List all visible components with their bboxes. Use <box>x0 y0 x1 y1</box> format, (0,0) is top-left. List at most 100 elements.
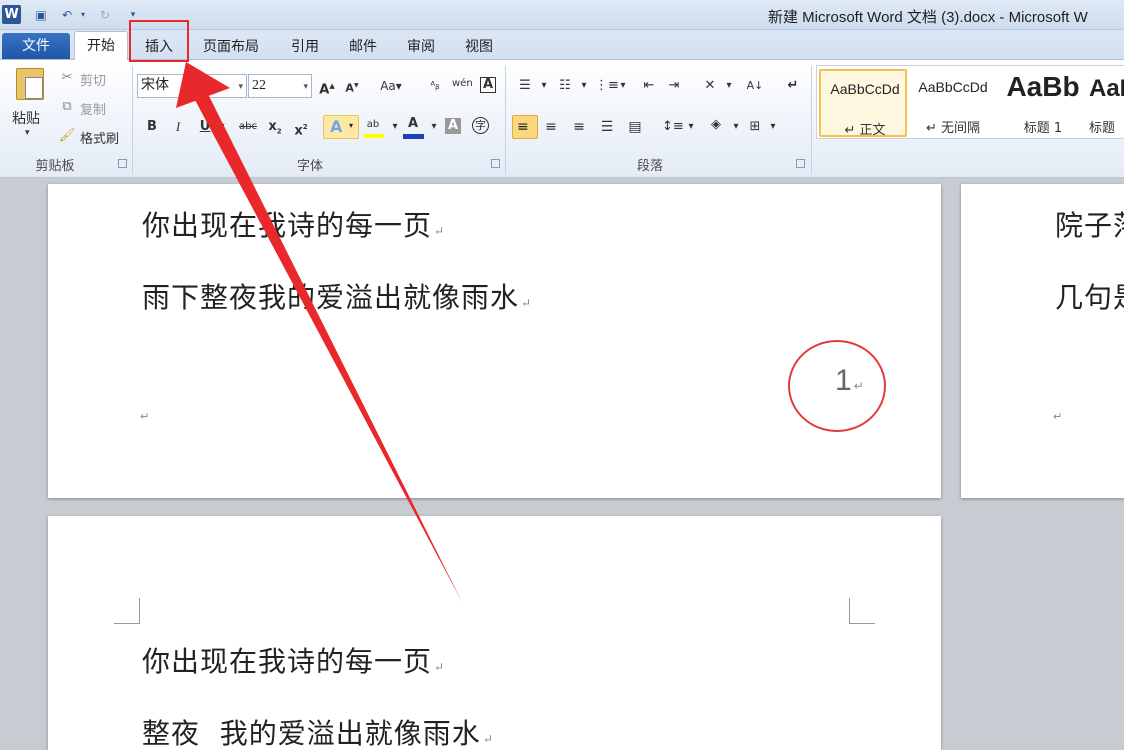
highlight-icon[interactable]: ab <box>364 116 382 134</box>
paragraph-mark: ↵ <box>140 410 150 423</box>
paragraph-mark: ↵ <box>434 660 446 674</box>
group-separator <box>811 66 812 174</box>
font-color-dropdown-icon[interactable]: ▾ <box>425 118 443 136</box>
tab-mailings[interactable]: 邮件 <box>349 36 377 56</box>
format-painter-icon[interactable]: 🖌 <box>58 127 76 145</box>
text-effects-button[interactable]: A ▾ <box>323 115 359 139</box>
phonetic-guide-icon[interactable]: wén <box>452 75 473 93</box>
font-name-dropdown-icon[interactable]: ▾ <box>238 75 243 97</box>
style-no-spacing[interactable]: AaBbCcDd ↵ 无间隔 <box>909 69 997 137</box>
paragraph-mark: ↵ <box>434 224 446 238</box>
format-painter-button[interactable]: 格式刷 <box>80 128 119 147</box>
clear-formatting-icon[interactable]: ᴬᵦ <box>426 77 444 95</box>
numbering-icon[interactable]: ☷ <box>556 77 574 95</box>
align-left-button[interactable]: ≡ <box>512 115 538 139</box>
doc-line-1[interactable]: 你出现在我诗的每一页 ↵ <box>142 640 445 680</box>
tab-page-layout[interactable]: 页面布局 <box>203 36 259 56</box>
document-title: 新建 Microsoft Word 文档 (3).docx - Microsof… <box>768 9 1088 26</box>
document-page-2[interactable]: 院子落 几句是 ↵ <box>961 184 1124 498</box>
superscript-icon[interactable]: x2 <box>292 118 310 138</box>
line-spacing-icon[interactable]: ↕≡ <box>662 118 684 136</box>
underline-dropdown-icon[interactable]: ▾ <box>213 118 231 136</box>
change-case-icon[interactable]: Aa▾ <box>378 77 404 95</box>
style-title[interactable]: AaB 标题 <box>1089 69 1124 137</box>
style-normal[interactable]: AaBbCcDd ↵ 正文 <box>819 69 907 138</box>
paste-button[interactable]: 粘贴 <box>12 108 40 128</box>
tab-review[interactable]: 审阅 <box>407 36 435 56</box>
font-size-combo[interactable]: 22 ▾ <box>248 74 312 98</box>
multilevel-list-icon[interactable]: ⋮≡ <box>595 77 619 95</box>
save-icon[interactable]: ▣ <box>32 6 50 24</box>
font-name-combo[interactable]: 宋体 ▾ <box>137 74 247 98</box>
character-shading-icon[interactable]: A <box>445 118 461 134</box>
copy-icon[interactable]: ⧉ <box>58 98 76 116</box>
align-center-icon[interactable]: ≡ <box>542 118 560 136</box>
show-hide-marks-icon[interactable]: ↵ <box>784 77 802 95</box>
font-color-swatch <box>403 134 424 139</box>
document-page-3[interactable]: 你出现在我诗的每一页 ↵ 整夜 我的爱溢出就像雨水 ↵ <box>48 516 941 750</box>
italic-icon[interactable]: I <box>169 118 187 136</box>
font-dialog-launcher-icon[interactable] <box>491 159 500 168</box>
word-app-icon[interactable]: W <box>2 5 21 24</box>
font-size-dropdown-icon[interactable]: ▾ <box>303 75 308 97</box>
shading-dropdown-icon[interactable]: ▾ <box>727 118 745 136</box>
highlight-color-swatch <box>364 134 384 138</box>
style-normal-name: ↵ 正文 <box>844 123 886 138</box>
tab-references[interactable]: 引用 <box>291 36 319 56</box>
justify-icon[interactable]: ☰ <box>598 118 616 136</box>
text-effects-icon: A <box>330 117 343 136</box>
font-group-label: 字体 <box>296 159 323 174</box>
sort-icon[interactable]: A↓ <box>746 77 764 95</box>
style-heading-1-sample: AaBb <box>1006 71 1080 102</box>
doc-line-2[interactable]: 整夜 我的爱溢出就像雨水 ↵ <box>142 712 494 750</box>
grow-font-icon[interactable]: A▲ <box>318 77 336 97</box>
underline-icon[interactable]: U <box>196 118 214 136</box>
borders-dropdown-icon[interactable]: ▾ <box>764 118 782 136</box>
distributed-icon[interactable]: ▤ <box>626 118 644 136</box>
chinese-layout-dropdown-icon[interactable]: ▾ <box>720 77 738 95</box>
align-right-icon[interactable]: ≡ <box>570 118 588 136</box>
bullets-dropdown-icon[interactable]: ▾ <box>535 77 553 95</box>
paste-icon[interactable] <box>16 68 44 100</box>
numbering-dropdown-icon[interactable]: ▾ <box>575 77 593 95</box>
margin-corner-mark <box>114 598 140 624</box>
style-heading-1[interactable]: AaBb 标题 1 <box>999 69 1087 137</box>
chinese-layout-icon[interactable]: ✕ <box>701 77 719 95</box>
doc-line-1[interactable]: 你出现在我诗的每一页 ↵ <box>142 204 445 244</box>
font-color-icon[interactable]: A <box>404 115 422 133</box>
highlight-dropdown-icon[interactable]: ▾ <box>386 118 404 136</box>
multilevel-list-dropdown-icon[interactable]: ▾ <box>614 77 632 95</box>
doc-line-2[interactable]: 雨下整夜我的爱溢出就像雨水 ↵ <box>142 276 532 316</box>
bullets-icon[interactable]: ☰ <box>516 77 534 95</box>
shading-icon[interactable]: ◈ <box>707 116 725 134</box>
copy-button[interactable]: 复制 <box>80 99 106 118</box>
shrink-font-icon[interactable]: A▼ <box>343 77 361 95</box>
clipboard-dialog-launcher-icon[interactable] <box>118 159 127 168</box>
tab-home[interactable]: 开始 <box>74 31 128 61</box>
paste-dropdown-icon[interactable]: ▾ <box>25 128 30 138</box>
style-heading-1-name: 标题 1 <box>1023 121 1063 136</box>
character-border-icon[interactable]: A <box>480 77 496 93</box>
styles-gallery[interactable]: AaBbCcDd ↵ 正文 AaBbCcDd ↵ 无间隔 AaBb 标题 1 A… <box>816 65 1124 139</box>
line-spacing-dropdown-icon[interactable]: ▾ <box>682 118 700 136</box>
enclose-characters-icon[interactable]: 字 <box>472 117 489 134</box>
paragraph-dialog-launcher-icon[interactable] <box>796 159 805 168</box>
strikethrough-icon[interactable]: abc <box>237 118 259 136</box>
undo-dropdown-icon[interactable]: ▾ <box>74 6 92 24</box>
subscript-icon[interactable]: x2 <box>266 118 284 136</box>
cut-icon[interactable]: ✂ <box>58 69 76 87</box>
tab-view[interactable]: 视图 <box>465 36 493 56</box>
tab-file[interactable]: 文件 <box>2 33 70 59</box>
doc-line-1[interactable]: 院子落 <box>1055 204 1124 244</box>
decrease-indent-icon[interactable]: ⇤ <box>640 77 658 95</box>
doc-line-2[interactable]: 几句是 <box>1055 276 1124 316</box>
text-effects-dropdown-icon: ▾ <box>349 121 354 130</box>
bold-icon[interactable]: B <box>143 118 161 136</box>
clipboard-group-label: 剪贴板 <box>35 159 75 174</box>
align-left-icon: ≡ <box>517 119 529 135</box>
document-page-1[interactable]: 你出现在我诗的每一页 ↵ 雨下整夜我的爱溢出就像雨水 ↵ ↵ <box>48 184 941 498</box>
cut-button[interactable]: 剪切 <box>80 70 106 89</box>
borders-icon[interactable]: ⊞ <box>746 118 764 136</box>
increase-indent-icon[interactable]: ⇥ <box>665 77 683 95</box>
redo-icon[interactable]: ↻ <box>96 6 114 24</box>
